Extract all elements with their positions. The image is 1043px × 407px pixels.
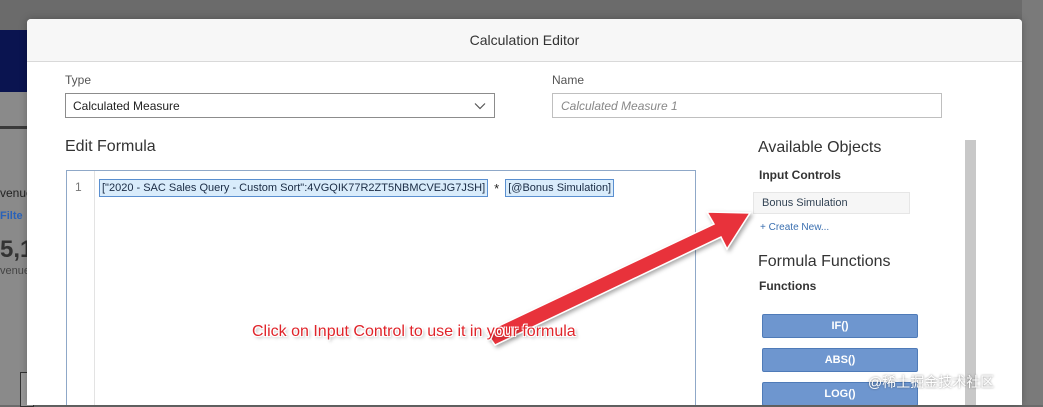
line-number: 1 — [75, 180, 82, 194]
formula-editor[interactable]: 1 ["2020 - SAC Sales Query - Custom Sort… — [66, 170, 696, 405]
edit-formula-title: Edit Formula — [65, 138, 156, 155]
panel-scrollbar[interactable] — [965, 140, 976, 405]
functions-heading: Functions — [759, 279, 817, 293]
input-control-token[interactable]: [@Bonus Simulation] — [505, 179, 615, 197]
background-kpi-label: venue — [0, 265, 30, 277]
annotation-callout: Click on Input Control to use it in your… — [252, 323, 576, 340]
background-right-edge — [1022, 0, 1043, 405]
abs-function-button[interactable]: ABS() — [762, 348, 918, 372]
name-label: Name — [552, 73, 585, 87]
input-control-item-label: Bonus Simulation — [762, 197, 848, 209]
watermark: @稀土掘金技术社区 — [868, 374, 995, 390]
chevron-down-icon[interactable] — [474, 100, 486, 112]
input-control-item-bonus-simulation[interactable]: Bonus Simulation — [753, 192, 910, 214]
dialog-title: Calculation Editor — [469, 32, 580, 48]
input-controls-heading: Input Controls — [759, 168, 841, 182]
formula-line[interactable]: ["2020 - SAC Sales Query - Custom Sort":… — [99, 179, 615, 197]
dialog-header: Calculation Editor — [27, 19, 1022, 62]
measure-token[interactable]: ["2020 - SAC Sales Query - Custom Sort":… — [99, 179, 489, 197]
background-filter-link: Filte — [0, 210, 23, 222]
available-objects-title: Available Objects — [758, 139, 882, 156]
type-select-value: Calculated Measure — [73, 98, 180, 113]
type-label: Type — [65, 73, 92, 87]
formula-functions-title: Formula Functions — [758, 253, 891, 270]
background-divider — [0, 126, 30, 129]
calculation-editor-dialog: Calculation Editor Type Calculated Measu… — [27, 19, 1022, 405]
background-shell-bar — [0, 30, 30, 92]
name-input[interactable]: Calculated Measure 1 — [552, 93, 942, 118]
name-input-placeholder: Calculated Measure 1 — [561, 98, 678, 113]
line-number-gutter: 1 — [67, 171, 95, 405]
create-new-link[interactable]: + Create New... — [760, 222, 829, 233]
multiply-operator: * — [494, 180, 500, 196]
type-select[interactable]: Calculated Measure — [65, 93, 495, 118]
if-function-button[interactable]: IF() — [762, 314, 918, 338]
